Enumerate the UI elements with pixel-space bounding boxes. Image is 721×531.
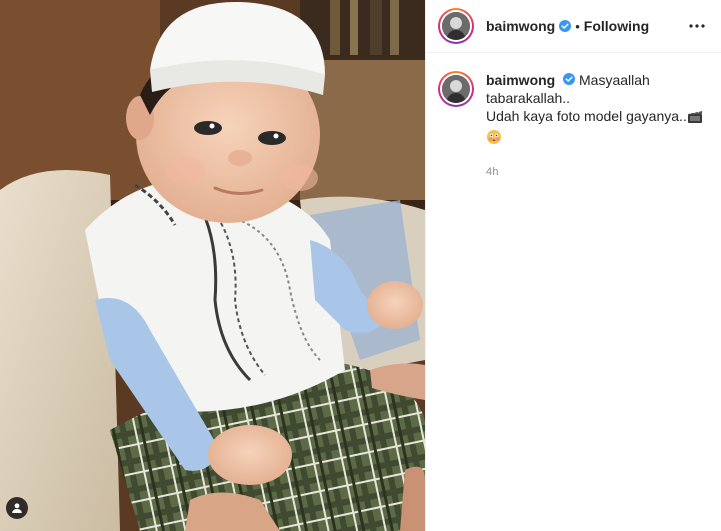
tagged-user-icon [12, 503, 22, 513]
tagged-user-button[interactable] [6, 497, 28, 519]
verified-badge-icon [559, 20, 572, 32]
flushed-face-emoji-icon [486, 129, 502, 149]
profile-picture-icon [442, 75, 470, 103]
post-sidebar: baimwong • Following baimwong Masyaallah… [425, 0, 721, 531]
caption: baimwong Masyaallah tabarakallah.. Udah … [426, 53, 721, 181]
caption-avatar[interactable] [438, 71, 474, 107]
post-timestamp[interactable]: 4h [486, 163, 704, 181]
ellipsis-icon [689, 24, 705, 28]
clapper-board-emoji-icon [687, 109, 703, 128]
post-header: baimwong • Following [426, 0, 721, 53]
more-options-button[interactable] [685, 14, 709, 38]
separator-dot: • [575, 18, 580, 34]
caption-username-link[interactable]: baimwong [486, 72, 555, 88]
post-photo[interactable] [0, 0, 425, 531]
following-button[interactable]: Following [584, 18, 649, 34]
username-link[interactable]: baimwong [486, 18, 555, 34]
baby-photo-illustration [0, 0, 425, 531]
profile-picture-icon [442, 12, 470, 40]
avatar[interactable] [438, 8, 474, 44]
verified-badge-icon [563, 73, 576, 85]
